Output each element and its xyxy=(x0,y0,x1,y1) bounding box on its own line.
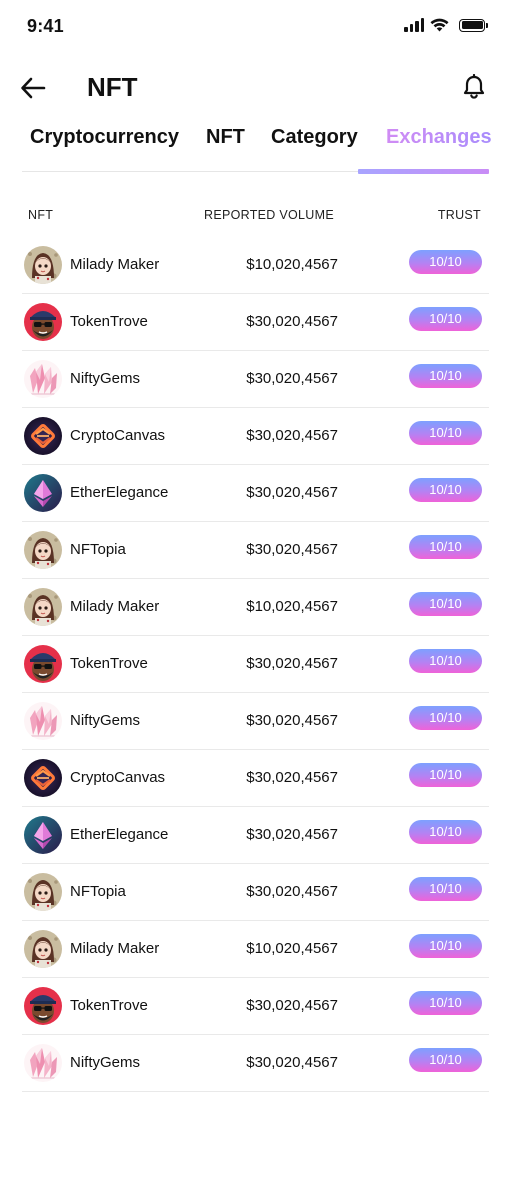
category-tabs: Cryptocurrency NFT Category Exchanges xyxy=(22,126,492,174)
table-row[interactable]: NFTopia $30,020,4567 10/10 xyxy=(22,864,489,921)
table-row[interactable]: NFTopia $30,020,4567 10/10 xyxy=(22,522,489,579)
reported-volume: $30,020,4567 xyxy=(246,712,338,729)
reported-volume: $30,020,4567 xyxy=(246,427,338,444)
trust-badge: 10/10 xyxy=(409,250,482,274)
reported-volume: $30,020,4567 xyxy=(246,370,338,387)
table-row[interactable]: Milady Maker $10,020,4567 10/10 xyxy=(22,579,489,636)
table-row[interactable]: TokenTrove $30,020,4567 10/10 xyxy=(22,978,489,1035)
active-tab-indicator xyxy=(358,169,489,174)
trust-badge: 10/10 xyxy=(409,478,482,502)
nft-avatar xyxy=(24,816,62,854)
nft-name: CryptoCanvas xyxy=(70,427,166,444)
reported-volume: $10,020,4567 xyxy=(246,940,338,957)
tab-exchanges[interactable]: Exchanges xyxy=(386,126,492,149)
table-row[interactable]: CryptoCanvas $30,020,4567 10/10 xyxy=(22,750,489,807)
nft-name: Milady Maker xyxy=(70,940,160,957)
reported-volume: $10,020,4567 xyxy=(246,598,338,615)
table-row[interactable]: NiftyGems $30,020,4567 10/10 xyxy=(22,1035,489,1092)
table-row[interactable]: TokenTrove $30,020,4567 10/10 xyxy=(22,294,489,351)
reported-volume: $30,020,4567 xyxy=(246,883,338,900)
trust-badge: 10/10 xyxy=(409,649,482,673)
nft-avatar xyxy=(24,417,62,455)
table-row[interactable]: NiftyGems $30,020,4567 10/10 xyxy=(22,351,489,408)
trust-badge: 10/10 xyxy=(409,877,482,901)
trust-badge: 10/10 xyxy=(409,1048,482,1072)
reported-volume: $30,020,4567 xyxy=(246,484,338,501)
nft-name: NiftyGems xyxy=(70,1054,141,1071)
nft-avatar xyxy=(24,702,62,740)
reported-volume: $30,020,4567 xyxy=(246,655,338,672)
tab-nft[interactable]: NFT xyxy=(206,126,245,149)
table-row[interactable]: Milady Maker $10,020,4567 10/10 xyxy=(22,237,489,294)
trust-badge: 10/10 xyxy=(409,592,482,616)
nft-name: TokenTrove xyxy=(70,655,148,672)
trust-badge: 10/10 xyxy=(409,991,482,1015)
column-header-trust: TRUST xyxy=(437,208,481,222)
nft-avatar xyxy=(24,303,62,341)
nft-name: NFTopia xyxy=(70,541,126,558)
reported-volume: $30,020,4567 xyxy=(246,997,338,1014)
back-arrow-icon[interactable] xyxy=(20,76,46,100)
page-title: NFT xyxy=(87,72,138,102)
reported-volume: $30,020,4567 xyxy=(246,826,338,843)
column-header-volume: REPORTED VOLUME xyxy=(204,208,334,222)
nft-name: Milady Maker xyxy=(70,598,160,615)
table-row[interactable]: TokenTrove $30,020,4567 10/10 xyxy=(22,636,489,693)
status-time: 9:41 xyxy=(27,16,64,36)
table-row[interactable]: EtherElegance $30,020,4567 10/10 xyxy=(22,807,489,864)
reported-volume: $30,020,4567 xyxy=(246,769,338,786)
trust-badge: 10/10 xyxy=(409,763,482,787)
trust-badge: 10/10 xyxy=(409,706,482,730)
nft-name: TokenTrove xyxy=(70,313,148,330)
reported-volume: $30,020,4567 xyxy=(246,313,338,330)
table-row[interactable]: Milady Maker $10,020,4567 10/10 xyxy=(22,921,489,978)
cellular-signal-icon xyxy=(404,18,424,32)
table-row[interactable]: NiftyGems $30,020,4567 10/10 xyxy=(22,693,489,750)
nft-name: EtherElegance xyxy=(70,484,169,501)
nft-avatar xyxy=(24,987,62,1025)
nft-avatar xyxy=(24,645,62,683)
tab-cryptocurrency[interactable]: Cryptocurrency xyxy=(30,126,179,149)
top-app-bar: NFT xyxy=(0,66,512,110)
tab-category[interactable]: Category xyxy=(271,126,358,149)
nft-name: NiftyGems xyxy=(70,370,141,387)
nft-avatar xyxy=(24,930,62,968)
nft-name: Milady Maker xyxy=(70,256,160,273)
nft-name: EtherElegance xyxy=(70,826,169,843)
table-header: NFT REPORTED VOLUME TRUST xyxy=(22,208,489,224)
nft-avatar xyxy=(24,588,62,626)
nft-name: NFTopia xyxy=(70,883,126,900)
nft-avatar xyxy=(24,360,62,398)
nft-avatar xyxy=(24,759,62,797)
trust-badge: 10/10 xyxy=(409,307,482,331)
nft-avatar xyxy=(24,246,62,284)
trust-badge: 10/10 xyxy=(409,934,482,958)
trust-badge: 10/10 xyxy=(409,820,482,844)
nft-name: NiftyGems xyxy=(70,712,141,729)
nft-name: TokenTrove xyxy=(70,997,148,1014)
wifi-icon xyxy=(430,18,449,32)
status-icons xyxy=(404,18,488,32)
reported-volume: $30,020,4567 xyxy=(246,541,338,558)
column-header-nft: NFT xyxy=(28,208,54,222)
reported-volume: $10,020,4567 xyxy=(246,256,338,273)
nft-avatar xyxy=(24,1044,62,1082)
nft-name: CryptoCanvas xyxy=(70,769,166,786)
trust-badge: 10/10 xyxy=(409,535,482,559)
table-row[interactable]: CryptoCanvas $30,020,4567 10/10 xyxy=(22,408,489,465)
bell-icon[interactable] xyxy=(462,74,486,100)
trust-badge: 10/10 xyxy=(409,364,482,388)
battery-icon xyxy=(459,18,488,32)
table-row[interactable]: EtherElegance $30,020,4567 10/10 xyxy=(22,465,489,522)
nft-avatar xyxy=(24,531,62,569)
status-bar: 9:41 xyxy=(0,0,512,52)
reported-volume: $30,020,4567 xyxy=(246,1054,338,1071)
nft-avatar xyxy=(24,474,62,512)
nft-table: Milady Maker $10,020,4567 10/10 TokenTrove… xyxy=(22,237,489,1092)
trust-badge: 10/10 xyxy=(409,421,482,445)
nft-avatar xyxy=(24,873,62,911)
